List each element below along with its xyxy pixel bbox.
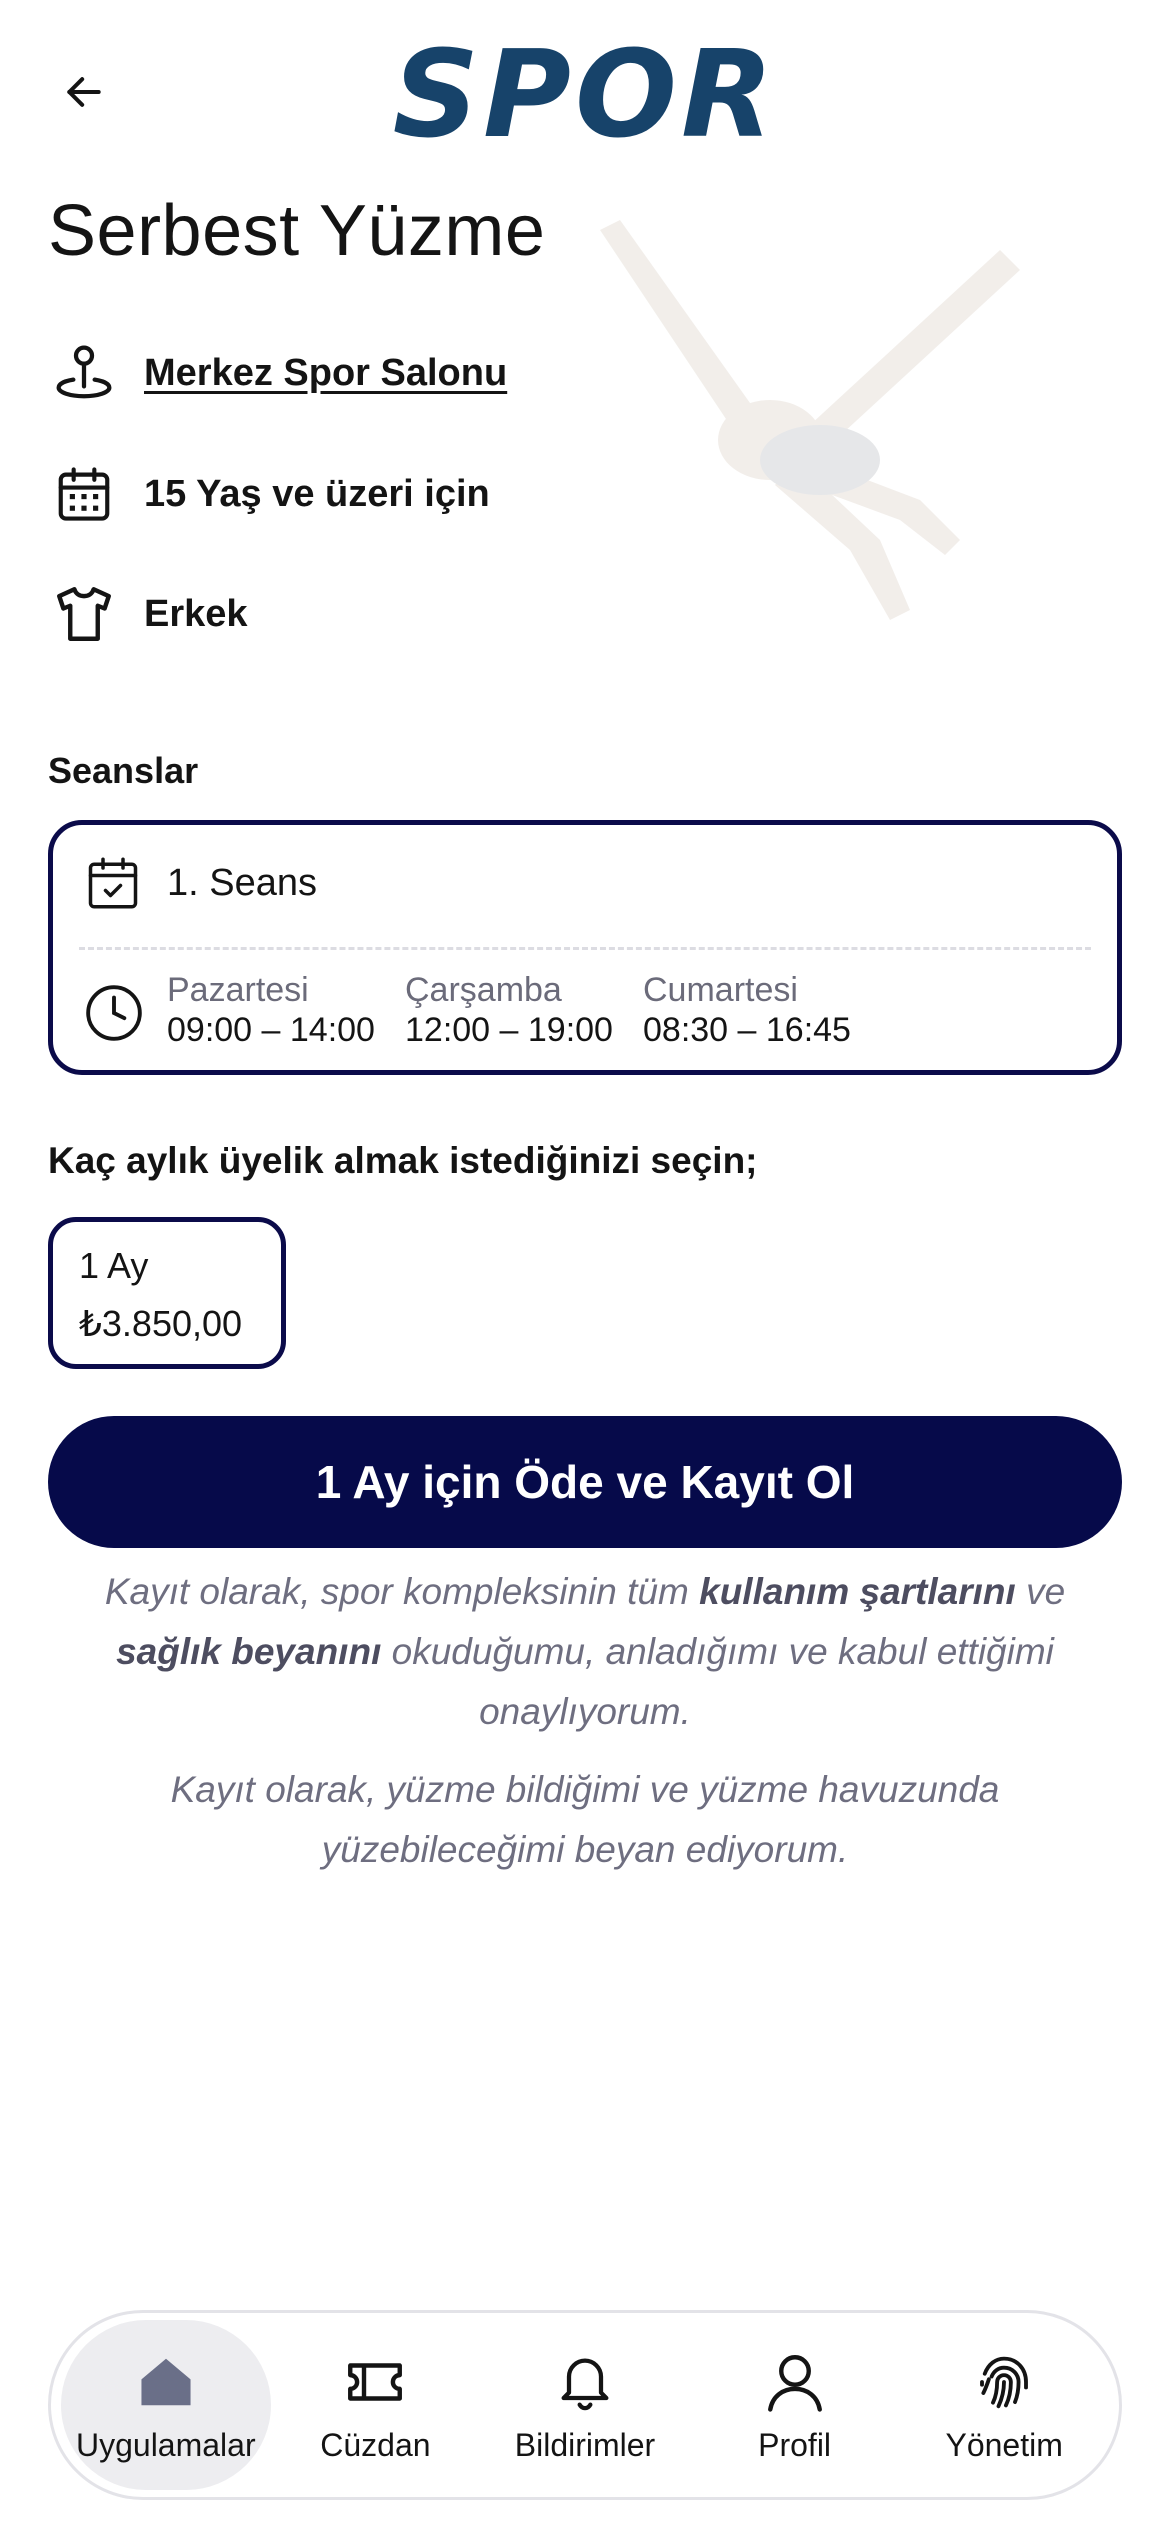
clock-icon bbox=[86, 985, 142, 1041]
terms-text: Kayıt olarak, spor kompleksinin tüm kull… bbox=[48, 1562, 1122, 1742]
calendar-icon bbox=[48, 458, 120, 530]
arrow-left-icon bbox=[67, 77, 101, 107]
session-card[interactable]: 1. Seans Pazartesi 09:00 – 14:00 Çarşamb… bbox=[48, 820, 1122, 1075]
slot-hours: 08:30 – 16:45 bbox=[643, 1011, 851, 1049]
terms-text-part: Kayıt olarak, spor kompleksinin tüm bbox=[104, 1571, 700, 1612]
gender-row: Erkek bbox=[48, 578, 248, 650]
nav-item-cuzdan[interactable]: Cüzdan bbox=[271, 2320, 481, 2490]
slot-day: Çarşamba bbox=[405, 971, 562, 1009]
activity-detail-page: SPOR Serbest Yüzme Merkez Spor Salonu 15… bbox=[0, 0, 1170, 2532]
location-row: Merkez Spor Salonu bbox=[48, 337, 507, 409]
schedule-slot: Çarşamba 12:00 – 19:00 bbox=[405, 970, 625, 1050]
map-pin-icon bbox=[48, 337, 120, 409]
nav-item-profil[interactable]: Profil bbox=[690, 2320, 900, 2490]
calendar-check-icon bbox=[88, 857, 138, 909]
nav-label: Cüzdan bbox=[320, 2426, 431, 2463]
terms-text-part: ve bbox=[1015, 1571, 1066, 1612]
swimmer-illustration bbox=[600, 220, 1020, 620]
terms-text-part: okuduğumu, anladığımı ve kabul ettiğimi … bbox=[381, 1631, 1054, 1732]
terms-of-use-link[interactable]: kullanım şartlarını bbox=[699, 1571, 1016, 1612]
app-logo: SPOR bbox=[392, 26, 778, 165]
location-link[interactable]: Merkez Spor Salonu bbox=[144, 352, 507, 395]
user-icon bbox=[760, 2347, 830, 2417]
age-requirement: 15 Yaş ve üzeri için bbox=[144, 472, 490, 515]
divider bbox=[79, 947, 1091, 950]
home-icon bbox=[131, 2347, 201, 2417]
schedule-slot: Pazartesi 09:00 – 14:00 bbox=[167, 970, 387, 1050]
nav-item-yonetim[interactable]: Yönetim bbox=[899, 2320, 1109, 2490]
membership-heading: Kaç aylık üyelik almak istediğinizi seçi… bbox=[48, 1140, 758, 1181]
membership-option[interactable]: 1 Ay ₺3.850,00 bbox=[48, 1217, 286, 1369]
nav-label: Uygulamalar bbox=[75, 2426, 256, 2463]
nav-label: Profil bbox=[758, 2426, 832, 2463]
nav-item-bildirimler[interactable]: Bildirimler bbox=[480, 2320, 690, 2490]
schedule-slot: Cumartesi 08:30 – 16:45 bbox=[643, 970, 863, 1050]
gender-label: Erkek bbox=[144, 592, 248, 635]
ticket-icon bbox=[340, 2347, 410, 2417]
slot-day: Cumartesi bbox=[643, 971, 798, 1009]
session-name: 1. Seans bbox=[167, 861, 317, 904]
tshirt-icon bbox=[48, 578, 120, 650]
slot-hours: 12:00 – 19:00 bbox=[405, 1011, 613, 1049]
age-row: 15 Yaş ve üzeri için bbox=[48, 458, 490, 530]
membership-duration: 1 Ay bbox=[79, 1245, 149, 1286]
membership-price: ₺3.850,00 bbox=[79, 1303, 243, 1344]
session-header: 1. Seans bbox=[83, 853, 317, 913]
page-title: Serbest Yüzme bbox=[48, 191, 546, 271]
session-schedule: Pazartesi 09:00 – 14:00 Çarşamba 12:00 –… bbox=[83, 970, 863, 1050]
bottom-navigation: Uygulamalar Cüzdan Bildirimler Profil Yö… bbox=[48, 2310, 1122, 2500]
swim-declaration-text: Kayıt olarak, yüzme bildiğimi ve yüzme h… bbox=[170, 1769, 1000, 1870]
health-declaration-link[interactable]: sağlık beyanını bbox=[116, 1631, 381, 1672]
pay-and-register-button[interactable]: 1 Ay için Öde ve Kayıt Ol bbox=[48, 1416, 1122, 1548]
fingerprint-icon bbox=[969, 2347, 1039, 2417]
slot-hours: 09:00 – 14:00 bbox=[167, 1011, 375, 1049]
back-button[interactable] bbox=[52, 60, 116, 124]
nav-label: Bildirimler bbox=[514, 2426, 656, 2463]
nav-label: Yönetim bbox=[945, 2426, 1063, 2463]
nav-item-uygulamalar[interactable]: Uygulamalar bbox=[61, 2320, 271, 2490]
slot-day: Pazartesi bbox=[167, 971, 309, 1009]
bell-icon bbox=[550, 2347, 620, 2417]
sessions-heading: Seanslar bbox=[48, 750, 199, 791]
